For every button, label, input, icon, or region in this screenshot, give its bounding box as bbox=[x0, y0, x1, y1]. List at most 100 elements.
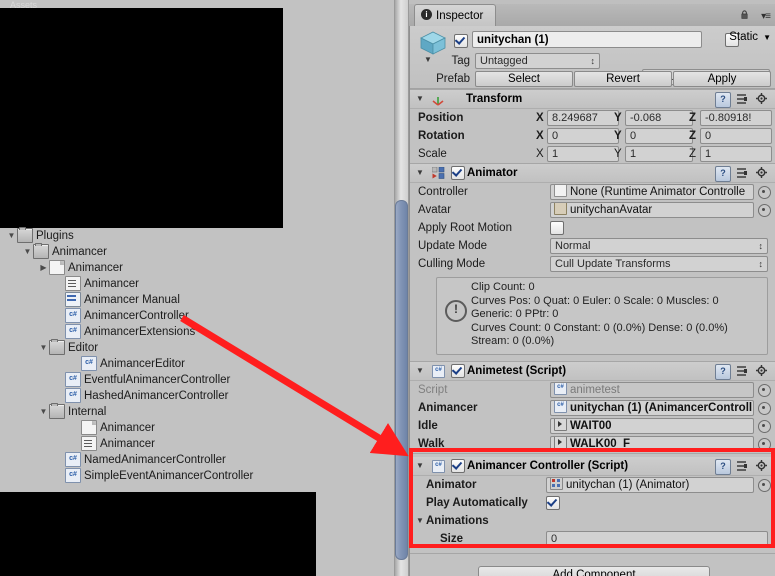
gameobject-enabled-checkbox[interactable] bbox=[454, 34, 468, 48]
transform-rotation-y[interactable]: 0 bbox=[625, 128, 693, 144]
help-icon[interactable]: ? bbox=[715, 166, 731, 182]
spacer-icon: · bbox=[54, 324, 65, 340]
animator-row: Update Mode Normal bbox=[410, 237, 775, 255]
transform-position-z[interactable]: -0.80918! bbox=[700, 110, 772, 126]
prefab-revert-button[interactable]: Revert bbox=[574, 71, 672, 87]
lock-icon[interactable] bbox=[740, 10, 749, 19]
tree-item-label: Animancer Manual bbox=[84, 294, 180, 306]
preset-icon[interactable] bbox=[735, 92, 749, 106]
doc-icon bbox=[81, 419, 97, 435]
transform-rotation-z[interactable]: 0 bbox=[700, 128, 772, 144]
project-scrollbar-thumb[interactable] bbox=[395, 200, 408, 560]
add-component-button[interactable]: Add Component bbox=[478, 565, 710, 576]
chevron-down-icon[interactable]: ▼ bbox=[6, 228, 17, 244]
animancer-controller-foldout[interactable]: ▼ bbox=[416, 461, 424, 470]
gear-icon[interactable] bbox=[755, 92, 769, 106]
animetest-enabled-checkbox[interactable] bbox=[451, 363, 465, 378]
animator-popup[interactable]: Normal bbox=[550, 238, 768, 254]
transform-scale-x[interactable]: 1 bbox=[547, 146, 619, 162]
animetest-object-field[interactable]: WALK00_F bbox=[550, 435, 754, 452]
animator-enabled-checkbox[interactable] bbox=[451, 166, 465, 180]
transform-position-x[interactable]: 8.249687 bbox=[547, 110, 619, 126]
animator-component-icon bbox=[432, 167, 445, 179]
animetest-object-field[interactable]: unitychan (1) (AnimancerControll bbox=[550, 399, 754, 416]
gear-icon[interactable] bbox=[755, 166, 769, 180]
object-picker-button[interactable] bbox=[758, 401, 771, 415]
animator-object-field[interactable]: unitychanAvatar bbox=[550, 202, 754, 218]
apply-root-motion-checkbox[interactable] bbox=[550, 221, 564, 235]
chevron-down-icon[interactable]: ▼ bbox=[38, 404, 49, 420]
gameobject-name-field[interactable]: unitychan (1) bbox=[472, 31, 702, 48]
animator-field-label: Avatar bbox=[418, 204, 452, 216]
tree-item[interactable]: · AnimancerExtensions bbox=[0, 323, 395, 340]
tree-item[interactable]: ▼ Editor bbox=[0, 338, 395, 356]
gear-icon[interactable] bbox=[755, 459, 769, 473]
help-icon[interactable]: ? bbox=[715, 458, 731, 475]
animator-foldout[interactable]: ▼ bbox=[416, 168, 424, 177]
hamburger-menu-icon[interactable]: ▾≡ bbox=[761, 11, 771, 22]
tree-item[interactable]: · EventfulAnimancerController bbox=[0, 371, 395, 388]
object-picker-button[interactable] bbox=[758, 437, 771, 451]
play-automatically-checkbox[interactable] bbox=[546, 495, 560, 510]
object-picker-button[interactable] bbox=[758, 186, 771, 199]
tree-item[interactable]: ▼ Animancer bbox=[0, 242, 395, 260]
transform-row: Rotation X 0 Y 0 Z 0 bbox=[410, 127, 775, 145]
animancer-controller-enabled-checkbox[interactable] bbox=[451, 458, 465, 473]
tag-dropdown[interactable]: Untagged bbox=[475, 53, 600, 69]
transform-position-y[interactable]: -0.068 bbox=[625, 110, 693, 126]
prefab-select-button[interactable]: Select bbox=[475, 71, 573, 87]
animator-object-field[interactable]: None (Runtime Animator Controlle bbox=[550, 184, 754, 200]
object-picker-button[interactable] bbox=[758, 419, 771, 433]
static-dropdown-arrow[interactable]: ▼ bbox=[763, 33, 771, 42]
tree-item[interactable]: · Animancer bbox=[0, 435, 395, 452]
cs-icon bbox=[65, 307, 81, 323]
animancer-animator-picker[interactable] bbox=[758, 478, 771, 492]
tree-item[interactable]: ▼ Internal bbox=[0, 402, 395, 420]
animator-header[interactable]: ▼ Animator ? bbox=[410, 164, 775, 183]
tree-item[interactable]: · AnimancerEditor bbox=[0, 355, 395, 372]
tree-item[interactable]: · NamedAnimancerController bbox=[0, 451, 395, 468]
tree-item[interactable]: · Animancer bbox=[0, 275, 395, 292]
chevron-right-icon[interactable]: ▶ bbox=[38, 260, 49, 276]
help-icon[interactable]: ? bbox=[715, 92, 731, 108]
doc-icon bbox=[49, 259, 65, 275]
animetest-header[interactable]: ▼ Animetest (Script) ? bbox=[410, 361, 775, 381]
animancer-animator-field[interactable]: unitychan (1) (Animator) bbox=[546, 476, 754, 493]
tree-item[interactable]: · AnimancerController bbox=[0, 307, 395, 324]
animations-foldout[interactable]: ▼ bbox=[416, 516, 424, 525]
component-animancer-controller: ▼ Animancer Controller (Script) ? bbox=[410, 452, 775, 566]
preset-icon[interactable] bbox=[735, 364, 749, 378]
object-picker-button[interactable] bbox=[758, 383, 771, 397]
gear-icon[interactable] bbox=[755, 364, 769, 378]
transform-scale-y[interactable]: 1 bbox=[625, 146, 693, 162]
animations-size-field[interactable]: 0 bbox=[546, 530, 768, 547]
animetest-foldout[interactable]: ▼ bbox=[416, 366, 424, 375]
transform-foldout[interactable]: ▼ bbox=[416, 94, 424, 103]
transform-scale-z[interactable]: 1 bbox=[700, 146, 772, 162]
preset-icon[interactable] bbox=[735, 166, 749, 180]
tree-item[interactable]: ▼ Plugins bbox=[0, 226, 395, 244]
component-animetest: ▼ Animetest (Script) ? bbox=[410, 360, 775, 453]
transform-header[interactable]: ▼ Transform ? bbox=[410, 90, 775, 109]
animator-field-label: Apply Root Motion bbox=[418, 222, 512, 234]
animetest-object-field[interactable]: animetest bbox=[550, 381, 754, 398]
tree-item[interactable]: · HashedAnimancerController bbox=[0, 387, 395, 404]
folder-icon bbox=[49, 338, 65, 355]
prefab-apply-button[interactable]: Apply bbox=[673, 71, 771, 87]
tree-item[interactable]: ▶ Animancer bbox=[0, 259, 395, 276]
tree-item[interactable]: · Animancer Manual bbox=[0, 291, 395, 308]
axis-label-y: Y bbox=[614, 148, 622, 160]
tab-inspector[interactable]: i Inspector bbox=[414, 4, 497, 27]
preset-icon[interactable] bbox=[735, 459, 749, 473]
tree-item[interactable]: · SimpleEventAnimancerController bbox=[0, 467, 395, 484]
animancer-controller-header[interactable]: ▼ Animancer Controller (Script) ? bbox=[410, 456, 775, 476]
animator-popup[interactable]: Cull Update Transforms bbox=[550, 256, 768, 272]
chevron-down-icon[interactable]: ▼ bbox=[22, 244, 33, 260]
help-icon[interactable]: ? bbox=[715, 363, 731, 380]
transform-rotation-x[interactable]: 0 bbox=[547, 128, 619, 144]
prefab-label: Prefab bbox=[436, 73, 470, 85]
chevron-down-icon[interactable]: ▼ bbox=[38, 340, 49, 356]
tree-item[interactable]: · Animancer bbox=[0, 419, 395, 436]
object-picker-button[interactable] bbox=[758, 204, 771, 217]
animetest-object-field[interactable]: WAIT00 bbox=[550, 417, 754, 434]
